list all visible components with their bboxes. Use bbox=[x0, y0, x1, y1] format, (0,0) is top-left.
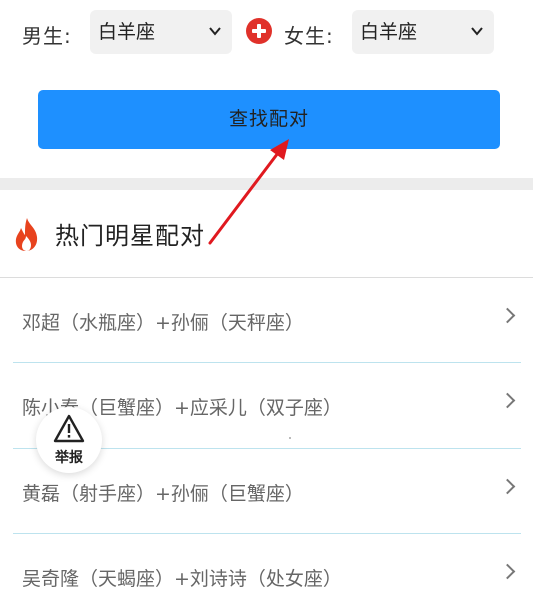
find-match-button[interactable]: 查找配对 bbox=[38, 90, 500, 149]
report-button[interactable]: 举报 bbox=[36, 407, 102, 473]
pair-label: 吴奇隆（天蝎座）+刘诗诗（处女座） bbox=[22, 568, 342, 590]
list-item[interactable]: 吴奇隆（天蝎座）+刘诗诗（处女座） bbox=[0, 534, 533, 597]
female-sign-value: 白羊座 bbox=[360, 21, 418, 43]
female-label: 女生: bbox=[284, 24, 334, 48]
male-sign-value: 白羊座 bbox=[98, 21, 156, 43]
warning-icon bbox=[53, 414, 85, 443]
dot bbox=[289, 437, 291, 439]
chevron-right-icon bbox=[499, 392, 516, 409]
chevron-down-icon bbox=[208, 10, 222, 72]
section-header: 热门明星配对 bbox=[0, 210, 533, 274]
report-label: 举报 bbox=[55, 450, 83, 466]
selector-row: 男生: 白羊座 女生: 白羊座 bbox=[22, 10, 502, 54]
chevron-down-icon bbox=[470, 10, 484, 72]
male-sign-select[interactable]: 白羊座 bbox=[90, 10, 232, 54]
female-sign-select[interactable]: 白羊座 bbox=[352, 10, 494, 54]
chevron-right-icon bbox=[499, 563, 516, 580]
male-label: 男生: bbox=[22, 24, 72, 48]
pair-label: 邓超（水瓶座）+孙俪（天秤座） bbox=[22, 312, 304, 334]
section-divider bbox=[0, 178, 533, 190]
chevron-right-icon bbox=[499, 307, 516, 324]
section-title: 热门明星配对 bbox=[55, 222, 205, 250]
fire-icon bbox=[12, 216, 42, 252]
page: 男生: 白羊座 女生: 白羊座 查找配对 热门明星配对 邓超（水瓶座）+孙俪（天… bbox=[0, 0, 533, 597]
plus-icon bbox=[246, 18, 272, 44]
chevron-right-icon bbox=[499, 478, 516, 495]
pair-label: 黄磊（射手座）+孙俪（巨蟹座） bbox=[22, 483, 304, 505]
list-item[interactable]: 邓超（水瓶座）+孙俪（天秤座） bbox=[0, 278, 533, 362]
